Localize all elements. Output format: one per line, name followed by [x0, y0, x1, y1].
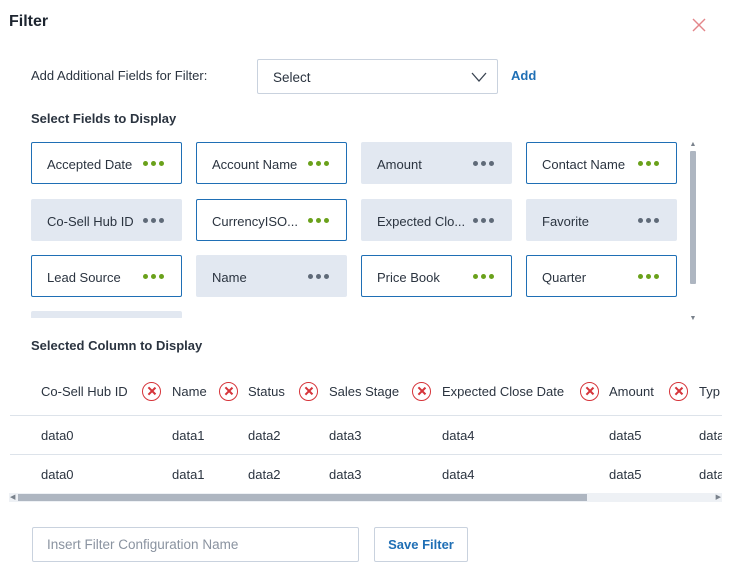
- more-options-icon: [473, 218, 494, 223]
- table-cell: data3: [329, 428, 362, 443]
- more-options-icon: [638, 274, 659, 279]
- close-icon[interactable]: [690, 16, 708, 34]
- row-divider: [10, 454, 722, 455]
- more-options-icon: [143, 218, 164, 223]
- columns-section-label: Selected Column to Display: [31, 338, 203, 353]
- table-cell: data: [699, 467, 722, 482]
- field-chip-label: Accepted Date: [47, 157, 133, 172]
- add-fields-label: Add Additional Fields for Filter:: [31, 68, 208, 83]
- row-divider: [10, 415, 722, 416]
- field-chip[interactable]: Name: [196, 255, 347, 297]
- scrollbar-thumb[interactable]: [18, 494, 587, 501]
- scroll-up-icon[interactable]: ▲: [689, 141, 697, 149]
- selected-columns-table: Co-Sell Hub ID Name Status Sales Stage E…: [10, 376, 722, 506]
- field-grid-scrollbar[interactable]: ▲ ▼: [689, 141, 697, 323]
- remove-column-icon[interactable]: [219, 382, 238, 401]
- filter-config-name-input[interactable]: [32, 527, 359, 562]
- field-chip-label: Quarter: [542, 270, 587, 285]
- field-chip-label: Price Book: [377, 270, 440, 285]
- field-select-value: Select: [273, 70, 311, 85]
- table-cell: data5: [609, 428, 642, 443]
- field-chip-label: Lead Source: [47, 270, 121, 285]
- chevron-down-icon: [471, 72, 487, 82]
- column-header-label: Sales Stage: [329, 384, 400, 399]
- field-chip[interactable]: Co-Sell Hub ID: [31, 199, 182, 241]
- field-chip-partial[interactable]: [31, 311, 182, 318]
- scroll-down-icon[interactable]: ▼: [689, 315, 697, 323]
- add-field-button[interactable]: Add: [511, 68, 536, 83]
- scroll-right-icon[interactable]: ▶: [716, 493, 721, 502]
- table-cell: data4: [442, 467, 475, 482]
- remove-column-icon[interactable]: [299, 382, 318, 401]
- field-chip[interactable]: Amount: [361, 142, 512, 184]
- field-chip[interactable]: Expected Clo...: [361, 199, 512, 241]
- field-chip[interactable]: Quarter: [526, 255, 677, 297]
- more-options-icon: [143, 274, 164, 279]
- table-cell: data0: [41, 428, 74, 443]
- save-filter-button[interactable]: Save Filter: [374, 527, 468, 562]
- table-cell: data0: [41, 467, 74, 482]
- more-options-icon: [308, 161, 329, 166]
- field-chip[interactable]: Contact Name: [526, 142, 677, 184]
- field-chip-label: Contact Name: [542, 157, 626, 172]
- column-header-label: Status: [248, 384, 285, 399]
- table-cell: data2: [248, 428, 281, 443]
- column-header-label: Typ: [699, 384, 720, 399]
- column-header-label: Co-Sell Hub ID: [41, 384, 128, 399]
- field-chip-label: Expected Clo...: [377, 214, 466, 229]
- scroll-left-icon[interactable]: ◀: [10, 493, 15, 502]
- more-options-icon: [308, 218, 329, 223]
- field-select-dropdown[interactable]: Select: [257, 59, 498, 94]
- table-cell: data2: [248, 467, 281, 482]
- field-grid: Accepted Date Account Name Amount Contac…: [31, 142, 691, 318]
- more-options-icon: [143, 161, 164, 166]
- field-chip-label: Account Name: [212, 157, 298, 172]
- scrollbar-thumb[interactable]: [690, 151, 696, 284]
- more-options-icon: [308, 274, 329, 279]
- field-chip[interactable]: CurrencyISO...: [196, 199, 347, 241]
- table-cell: data1: [172, 428, 205, 443]
- columns-horizontal-scrollbar[interactable]: ◀ ▶: [9, 493, 722, 502]
- field-chip-label: Name: [212, 270, 247, 285]
- fields-section-label: Select Fields to Display: [31, 111, 177, 126]
- field-chip-label: Co-Sell Hub ID: [47, 214, 134, 229]
- remove-column-icon[interactable]: [142, 382, 161, 401]
- column-header-label: Expected Close Date: [442, 384, 565, 399]
- table-cell: data3: [329, 467, 362, 482]
- column-header-label: Name: [172, 384, 207, 399]
- more-options-icon: [638, 161, 659, 166]
- remove-column-icon[interactable]: [580, 382, 599, 401]
- table-cell: data1: [172, 467, 205, 482]
- table-cell: data4: [442, 428, 475, 443]
- field-chip-label: Favorite: [542, 214, 589, 229]
- field-chip[interactable]: Price Book: [361, 255, 512, 297]
- field-chip[interactable]: Account Name: [196, 142, 347, 184]
- field-chip[interactable]: Lead Source: [31, 255, 182, 297]
- field-chip-label: Amount: [377, 157, 422, 172]
- dialog-title: Filter: [9, 13, 49, 30]
- more-options-icon: [473, 274, 494, 279]
- field-chip-label: CurrencyISO...: [212, 214, 298, 229]
- table-cell: data: [699, 428, 722, 443]
- more-options-icon: [638, 218, 659, 223]
- field-chip[interactable]: Accepted Date: [31, 142, 182, 184]
- table-cell: data5: [609, 467, 642, 482]
- remove-column-icon[interactable]: [669, 382, 688, 401]
- field-chip[interactable]: Favorite: [526, 199, 677, 241]
- column-header-label: Amount: [609, 384, 654, 399]
- remove-column-icon[interactable]: [412, 382, 431, 401]
- more-options-icon: [473, 161, 494, 166]
